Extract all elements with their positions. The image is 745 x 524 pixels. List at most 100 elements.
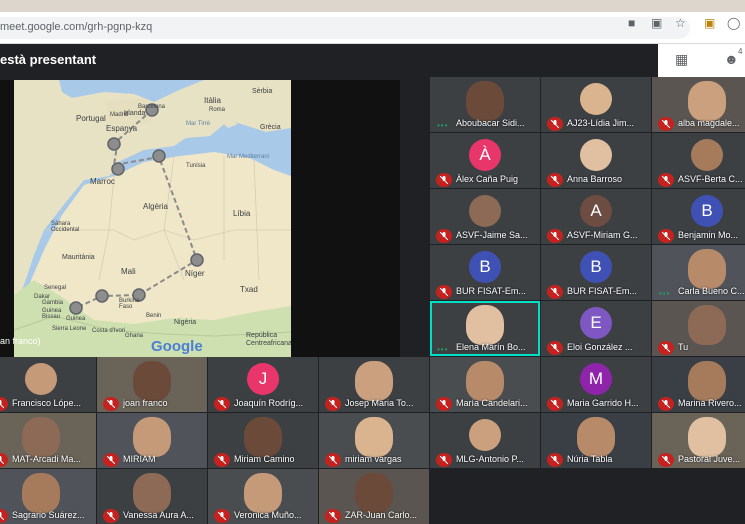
participant-tile[interactable]: B Benjamin Mo...: [652, 189, 745, 244]
participant-name: Miriam Camino: [234, 454, 295, 464]
mic-off-icon: [436, 453, 452, 467]
mic-off-icon: [658, 341, 674, 355]
participant-tile[interactable]: MLG-Antonio P...: [430, 413, 540, 468]
participant-name: Eloi González ...: [567, 342, 633, 352]
map-label: Níger: [185, 269, 205, 278]
participant-tile[interactable]: miriam vargas: [319, 413, 429, 468]
map-label: Sàhara Occidental: [51, 221, 80, 233]
people-icon[interactable]: ☻: [724, 51, 739, 67]
profile-icon[interactable]: ◯: [727, 16, 740, 30]
avatar: [688, 81, 726, 121]
mic-off-icon: [436, 173, 452, 187]
sea-label: Mar Tirrè: [186, 121, 210, 127]
participant-tile[interactable]: MAT-Arcadi Ma...: [0, 413, 96, 468]
participant-tile[interactable]: Tu: [652, 301, 745, 356]
translate-icon[interactable]: ▣: [651, 16, 662, 30]
avatar: [688, 305, 726, 345]
participant-name: BUR FISAT-Em...: [456, 286, 526, 296]
map-label: Itàlia: [204, 96, 221, 105]
map-label: Líbia: [233, 209, 251, 218]
participant-name: Núria Tabla: [567, 454, 613, 464]
participant-name: Benjamin Mo...: [678, 230, 739, 240]
avatar: [355, 417, 393, 457]
participant-name: Veronica Muño...: [234, 510, 302, 520]
participant-tile[interactable]: Pastoral Juve...: [652, 413, 745, 468]
participant-name: joan franco: [123, 398, 168, 408]
star-icon[interactable]: ☆: [675, 16, 686, 30]
avatar: [577, 417, 615, 457]
participant-tile[interactable]: María Candelari...: [430, 357, 540, 412]
mic-off-icon: [0, 397, 8, 411]
mic-off-icon: [658, 173, 674, 187]
address-bar: meet.google.com/grh-pgnp-kzq ■ ▣ ☆ ▣ ◯: [0, 12, 745, 44]
avatar: [469, 195, 501, 227]
participant-name: Josep Maria To...: [345, 398, 414, 408]
participant-tile[interactable]: MIRIAM: [97, 413, 207, 468]
participant-name: Vanessa Aura A...: [123, 510, 194, 520]
extension-icon[interactable]: ▣: [704, 16, 715, 30]
participant-tile[interactable]: Veronica Muño...: [208, 469, 318, 524]
avatar: [244, 473, 282, 513]
participant-name: Pastoral Juve...: [678, 454, 741, 464]
participant-tile[interactable]: Vanessa Aura A...: [97, 469, 207, 524]
map-label: Portugal: [76, 114, 106, 123]
map-label: Senegal: [44, 285, 67, 291]
avatar: [133, 473, 171, 513]
participant-tile[interactable]: Anna Barroso: [541, 133, 651, 188]
participant-name: Francisco Lópe...: [12, 398, 82, 408]
participant-tile[interactable]: ••• Elena Marín Bo...: [430, 301, 540, 356]
participant-tile[interactable]: E Eloi González ...: [541, 301, 651, 356]
screen-share-tile[interactable]: Irlanda Portugal Espanya Madrid Barcelon…: [0, 80, 400, 357]
mic-off-icon: [436, 229, 452, 243]
participant-tile[interactable]: Francisco Lópe...: [0, 357, 96, 412]
speaking-indicator-icon: •••: [437, 345, 449, 354]
avatar-initial: J: [247, 363, 279, 395]
audio-indicator-icon: •••: [659, 289, 671, 298]
participant-name: MIRIAM: [123, 454, 156, 464]
map-label: Barcelona: [138, 104, 166, 110]
participant-tile[interactable]: ASVF-Jaime Sa...: [430, 189, 540, 244]
participant-name: ASVF-Jaime Sa...: [456, 230, 528, 240]
camera-icon[interactable]: ■: [628, 16, 635, 30]
participant-tile[interactable]: J Joaquín Rodríg...: [208, 357, 318, 412]
participant-name: Marina Rivero...: [678, 398, 742, 408]
avatar: [580, 83, 612, 115]
participant-tile[interactable]: Miriam Camino: [208, 413, 318, 468]
map-label: Mauritània: [62, 254, 95, 261]
participant-tile[interactable]: ASVF-Berta C...: [652, 133, 745, 188]
avatar: [244, 417, 282, 457]
mic-off-icon: [325, 453, 341, 467]
participant-tile[interactable]: B BUR FISAT-Em...: [430, 245, 540, 300]
participant-tile[interactable]: M Maria Garrido H...: [541, 357, 651, 412]
map-label: Madrid: [110, 112, 129, 118]
avatar: [133, 417, 171, 457]
participant-tile[interactable]: À Àlex Caña Puig: [430, 133, 540, 188]
participant-tile[interactable]: ••• Carla Bueno C...: [652, 245, 745, 300]
participant-tile[interactable]: ZAR-Juan Carlo...: [319, 469, 429, 524]
participant-tile[interactable]: ••• Aboubacar Sidi...: [430, 77, 540, 132]
avatar-initial: B: [580, 251, 612, 283]
url-field[interactable]: meet.google.com/grh-pgnp-kzq: [0, 17, 690, 39]
participant-tile[interactable]: Marina Rivero...: [652, 357, 745, 412]
avatar-initial: A: [580, 195, 612, 227]
mic-off-icon: [547, 453, 563, 467]
participant-tile[interactable]: joan franco: [97, 357, 207, 412]
participant-name: BUR FISAT-Em...: [567, 286, 637, 296]
participant-tile[interactable]: Josep Maria To...: [319, 357, 429, 412]
participant-tile[interactable]: A ASVF-Miriam G...: [541, 189, 651, 244]
mic-off-icon: [0, 453, 8, 467]
grid-icon[interactable]: ▦: [675, 51, 688, 68]
participant-tile[interactable]: B BUR FISAT-Em...: [541, 245, 651, 300]
meet-top-controls: ▦ ☻ 4: [658, 44, 745, 77]
participant-name: Joaquín Rodríg...: [234, 398, 304, 408]
mic-off-icon: [547, 229, 563, 243]
participant-tile[interactable]: AJ23-Lídia Jim...: [541, 77, 651, 132]
avatar: [355, 473, 393, 513]
participant-name: María Candelari...: [456, 398, 528, 408]
people-count: 4: [738, 47, 743, 56]
mic-off-icon: [214, 397, 230, 411]
mic-off-icon: [658, 453, 674, 467]
participant-tile[interactable]: alba magdale...: [652, 77, 745, 132]
participant-tile[interactable]: Núria Tabla: [541, 413, 651, 468]
participant-tile[interactable]: Sagrario Suárez...: [0, 469, 96, 524]
